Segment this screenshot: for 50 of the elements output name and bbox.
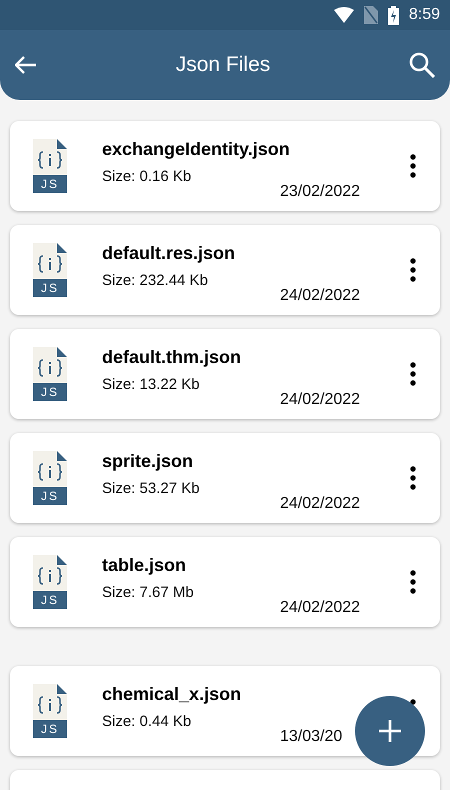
search-icon[interactable]: [409, 52, 435, 78]
more-options-icon[interactable]: [410, 362, 416, 386]
file-date: 24/02/2022: [280, 287, 360, 305]
file-size: Size: 0.44 Kb: [102, 713, 192, 730]
file-name: default.res.json: [102, 243, 236, 264]
file-name: table.json: [102, 555, 188, 576]
file-card[interactable]: JS sprite.json Size: 53.27 Kb 24/02/2022: [10, 433, 440, 523]
wifi-icon: [334, 7, 354, 23]
file-date: 24/02/2022: [280, 391, 360, 409]
file-date: 24/02/2022: [280, 599, 360, 617]
file-size: Size: 232.44 Kb: [102, 272, 209, 289]
file-name: default.thm.json: [102, 347, 241, 368]
add-button[interactable]: [355, 696, 425, 766]
json-file-icon: [33, 139, 67, 193]
json-file-icon: [33, 243, 67, 297]
file-card[interactable]: JS exchangeIdentity.json Size: 0.16 Kb 23/02/2022: [10, 121, 440, 211]
file-name: sprite.json: [102, 451, 194, 472]
json-file-icon: [33, 451, 67, 505]
file-type-label: JS: [40, 592, 60, 609]
file-name: chemical_x.json: [102, 684, 242, 705]
file-size: Size: 0.16 Kb: [102, 168, 192, 185]
more-options-icon[interactable]: [410, 258, 416, 282]
file-date: 13/03/20: [280, 728, 342, 746]
file-type-label: JS: [40, 721, 60, 738]
file-card[interactable]: JS chemical_x.json Size: 0.44 Kb 13/03/20: [10, 666, 440, 756]
back-arrow-icon[interactable]: [15, 56, 37, 74]
file-name: exchangeIdentity.json: [102, 139, 290, 160]
file-type-label: JS: [40, 488, 60, 505]
no-sim-icon: [364, 6, 378, 24]
file-size: Size: 53.27 Kb: [102, 480, 200, 497]
file-type-label: JS: [40, 176, 60, 193]
file-type-label: JS: [40, 384, 60, 401]
file-card[interactable]: JS default.res.json Size: 232.44 Kb 24/02/2022: [10, 225, 440, 315]
more-options-icon[interactable]: [410, 466, 416, 490]
file-size: Size: 7.67 Mb: [102, 584, 194, 601]
clock-time: 8:59: [408, 6, 440, 24]
json-file-icon: [33, 555, 67, 609]
battery-icon: [388, 6, 399, 24]
more-options-icon[interactable]: [410, 570, 416, 594]
file-card[interactable]: JS default.thm.json Size: 13.22 Kb 24/02/2022: [10, 329, 440, 419]
more-options-icon[interactable]: [410, 154, 416, 178]
file-type-label: JS: [40, 280, 60, 297]
json-file-icon: [33, 347, 67, 401]
file-size: Size: 13.22 Kb: [102, 376, 201, 393]
json-file-icon: [33, 684, 67, 738]
file-date: 24/02/2022: [280, 495, 360, 513]
file-date: 23/02/2022: [280, 183, 360, 201]
screen-title: Json Files: [176, 53, 270, 77]
file-card[interactable]: JS table.json Size: 7.67 Mb 24/02/2022: [10, 537, 440, 627]
more-options-icon[interactable]: [410, 699, 416, 705]
